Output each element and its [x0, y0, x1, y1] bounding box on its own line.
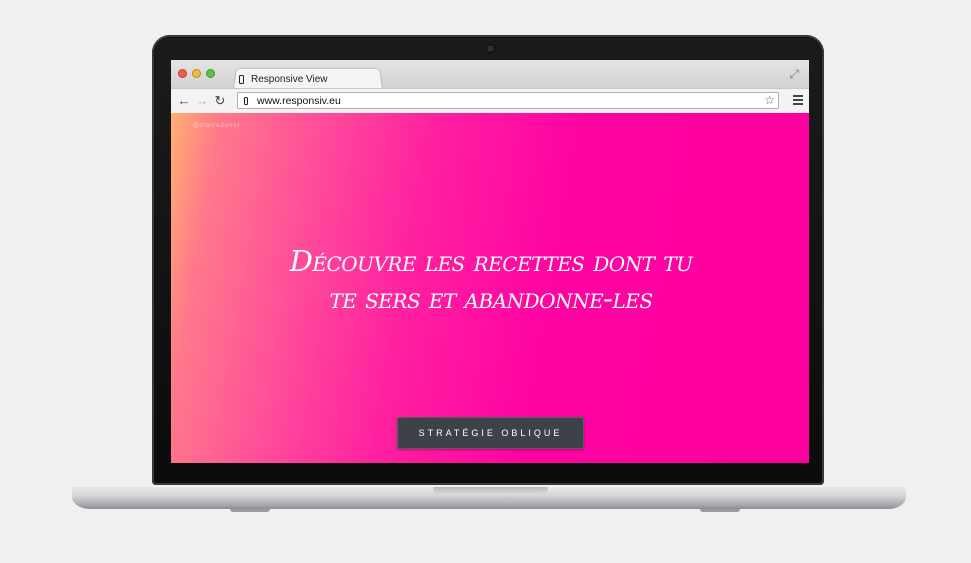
- forward-arrow-icon[interactable]: →: [193, 89, 211, 113]
- strategie-oblique-button[interactable]: STRATÉGIE OBLIQUE: [397, 417, 584, 449]
- url-text[interactable]: www.responsiv.eu: [257, 95, 341, 107]
- address-bar[interactable]: www.responsiv.eu ☆: [237, 92, 779, 109]
- page-viewport: @clairedonvl Découvre les recettes dont …: [171, 113, 809, 463]
- page-headline: Découvre les recettes dont tu te sers et…: [289, 244, 693, 315]
- browser-window: Responsive View ⤢ ← → ↻ www.responsiv.eu…: [171, 60, 809, 463]
- fullscreen-icon[interactable]: ⤢: [789, 67, 799, 82]
- tab-title: Responsive View: [251, 73, 328, 85]
- close-window-icon[interactable]: [178, 69, 187, 78]
- minimize-window-icon[interactable]: [192, 69, 201, 78]
- bookmark-star-icon[interactable]: ☆: [764, 93, 775, 108]
- window-controls: [178, 69, 215, 78]
- browser-tab-content[interactable]: Responsive View: [239, 71, 379, 87]
- camera-icon: [487, 45, 494, 52]
- laptop-foot: [230, 509, 270, 512]
- maximize-window-icon[interactable]: [206, 69, 215, 78]
- mobile-device-icon: [239, 74, 244, 84]
- laptop-notch: [433, 487, 548, 495]
- mobile-device-icon: [244, 96, 248, 105]
- tab-strip: Responsive View ⤢: [171, 60, 809, 89]
- author-credit: @clairedonvl: [193, 123, 240, 129]
- reload-icon[interactable]: ↻: [211, 89, 229, 113]
- laptop-foot: [700, 509, 740, 512]
- back-arrow-icon[interactable]: ←: [175, 89, 193, 113]
- hamburger-menu-icon[interactable]: [793, 95, 803, 107]
- browser-toolbar: ← → ↻ www.responsiv.eu ☆: [171, 88, 809, 114]
